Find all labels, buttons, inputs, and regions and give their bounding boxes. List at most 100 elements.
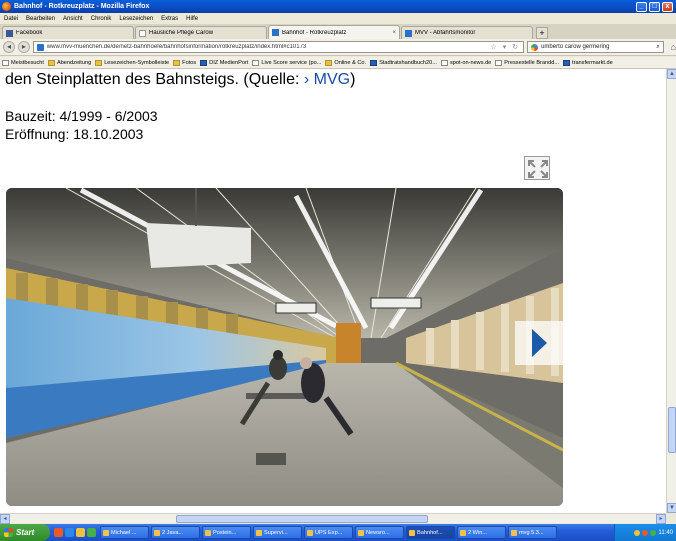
menu-bearbeiten[interactable]: Bearbeiten <box>26 16 55 22</box>
page-content: den Steinplatten des Bahnsteigs. (Quelle… <box>0 69 666 513</box>
start-button[interactable]: Start <box>0 524 50 541</box>
tab-pflege-carow[interactable]: Häusliche Pflege Carow <box>135 26 267 39</box>
tab-label: Häusliche Pflege Carow <box>149 30 214 36</box>
ie-quicklaunch-icon[interactable] <box>65 528 74 537</box>
url-bar[interactable]: www.mvv-muenchen.de/de/netz-bahnhoefe/ba… <box>32 41 525 53</box>
task-java[interactable]: 2 Java... <box>151 526 200 539</box>
bookmark-item[interactable]: Fotos <box>173 59 196 66</box>
fullscreen-expand-button[interactable] <box>524 156 550 180</box>
tray-icon[interactable] <box>634 529 641 536</box>
bookmark-item[interactable]: spot-on-news.de <box>440 59 491 66</box>
vertical-scrollbar[interactable]: ▲ ▼ <box>666 69 676 513</box>
task-posteingang[interactable]: Postein... <box>202 526 251 539</box>
menu-ansicht[interactable]: Ansicht <box>63 16 83 22</box>
platform-image <box>6 188 563 506</box>
bookmark-label: Live Score service (po... <box>261 59 322 66</box>
navigation-bar: ◂ ▸ www.mvv-muenchen.de/de/netz-bahnhoef… <box>0 39 676 56</box>
task-windows[interactable]: 2 Win... <box>457 526 506 539</box>
task-supervisor[interactable]: Supervi... <box>253 526 302 539</box>
station-photo[interactable] <box>6 188 563 506</box>
next-image-button[interactable] <box>515 321 563 365</box>
home-icon[interactable]: ⌂ <box>671 42 676 52</box>
horizontal-scrollbar[interactable]: ◂ ▸ <box>0 513 666 524</box>
window-titlebar[interactable]: Bahnhof - Rotkreuzplatz - Mozilla Firefo… <box>0 0 676 13</box>
close-button[interactable]: x <box>662 1 673 12</box>
scroll-left-icon[interactable]: ◂ <box>0 514 10 524</box>
tab-bar: Facebook Häusliche Pflege Carow Bahnhof … <box>0 24 676 39</box>
task-bahnhof[interactable]: Bahnhof... <box>406 526 455 539</box>
mvv-icon <box>272 29 279 36</box>
google-icon <box>531 43 539 51</box>
menu-datei[interactable]: Datei <box>4 16 18 22</box>
bookmark-label: Pressestelle Brandd... <box>504 59 560 66</box>
forward-button[interactable]: ▸ <box>17 41 30 53</box>
firefox-quicklaunch-icon[interactable] <box>54 528 63 537</box>
app-quicklaunch-icon[interactable] <box>87 528 96 537</box>
tab-bahnhof-rotkreuzplatz[interactable]: Bahnhof - Rotkreuzplatz × <box>268 25 400 39</box>
page-icon <box>370 59 378 66</box>
site-identity-icon[interactable] <box>36 43 44 51</box>
task-label: 2 Win... <box>468 529 487 536</box>
tray-icon[interactable] <box>642 529 649 536</box>
task-label: mvg 5.3... <box>519 529 544 536</box>
task-label: Michael ... <box>111 529 137 536</box>
bookmark-item[interactable]: Pressestelle Brandd... <box>495 59 560 66</box>
task-label: Bahnhof... <box>417 529 443 536</box>
menu-bar: Datei Bearbeiten Ansicht Chronik Lesezei… <box>0 13 676 24</box>
bookmark-item[interactable]: Online & Co. <box>325 59 366 66</box>
vertical-scroll-thumb[interactable] <box>668 407 676 453</box>
new-tab-button[interactable]: + <box>536 27 548 39</box>
taskbar-tasks: Michael ... 2 Java... Postein... Supervi… <box>100 526 614 539</box>
task-mvg[interactable]: mvg 5.3... <box>508 526 557 539</box>
task-ups[interactable]: UPS Exp... <box>304 526 353 539</box>
construction-period: Bauzeit: 4/1999 - 6/2003 <box>5 108 158 124</box>
bookmark-item[interactable]: Stadtratshandbuch20... <box>370 59 437 66</box>
bookmark-item[interactable]: DIZ MedienPort <box>200 59 249 66</box>
menu-chronik[interactable]: Chronik <box>91 16 112 22</box>
app-icon <box>205 529 211 536</box>
back-button[interactable]: ◂ <box>3 41 15 53</box>
folder-quicklaunch-icon[interactable] <box>76 528 85 537</box>
app-icon <box>256 529 262 536</box>
horizontal-scroll-thumb[interactable] <box>176 515 428 523</box>
bookmark-item[interactable]: Abendzeitung <box>47 59 91 66</box>
bookmark-item[interactable]: Live Score service (po... <box>252 59 322 66</box>
close-tab-icon[interactable]: × <box>392 30 396 36</box>
folder-icon <box>95 59 103 66</box>
search-icon[interactable]: ⌕ <box>656 44 659 51</box>
tab-label: MVV - Abfahrtsmonitor <box>415 30 476 36</box>
bookmark-item[interactable]: transfermarkt.de <box>563 59 613 66</box>
task-michael[interactable]: Michael ... <box>100 526 149 539</box>
task-label: Newsro... <box>366 529 390 536</box>
bookmark-star-icon[interactable]: ☆ ▾ ↻ <box>491 43 521 51</box>
bookmark-label: DIZ MedienPort <box>209 59 249 66</box>
tab-abfahrtsmonitor[interactable]: MVV - Abfahrtsmonitor <box>401 26 533 39</box>
page-icon <box>2 59 9 66</box>
bookmark-label: Stadtratshandbuch20... <box>379 59 437 66</box>
scroll-up-icon[interactable]: ▲ <box>667 69 676 79</box>
menu-extras[interactable]: Extras <box>161 16 178 22</box>
bookmark-item[interactable]: Lesezeichen-Symbolleiste <box>95 59 169 66</box>
menu-lesezeichen[interactable]: Lesezeichen <box>119 16 153 22</box>
bookmarks-toolbar: Meistbesucht Abendzeitung Lesezeichen-Sy… <box>0 57 676 69</box>
mvg-source-link[interactable]: › MVG <box>304 71 350 88</box>
description-prefix: den Steinplatten des Bahnsteigs. (Quelle… <box>5 71 304 88</box>
clock[interactable]: 11:40 <box>658 530 673 536</box>
task-label: Supervi... <box>264 529 288 536</box>
maximize-button[interactable]: □ <box>649 1 660 12</box>
app-icon <box>511 529 517 536</box>
tab-label: Facebook <box>16 30 43 36</box>
search-box[interactable]: umberto carow germering ⌕ <box>527 41 664 53</box>
tray-icon[interactable] <box>650 529 657 536</box>
tab-facebook[interactable]: Facebook <box>2 26 134 39</box>
app-icon <box>409 529 415 536</box>
minimize-button[interactable]: _ <box>636 1 647 12</box>
facebook-icon <box>6 29 13 37</box>
scroll-down-icon[interactable]: ▼ <box>667 503 676 513</box>
bookmark-label: transfermarkt.de <box>572 59 613 66</box>
task-newsroom[interactable]: Newsro... <box>355 526 404 539</box>
bookmark-item[interactable]: Meistbesucht <box>2 59 44 66</box>
scroll-right-icon[interactable]: ▸ <box>656 514 666 524</box>
description-suffix: ) <box>350 71 356 88</box>
menu-hilfe[interactable]: Hilfe <box>186 16 198 22</box>
